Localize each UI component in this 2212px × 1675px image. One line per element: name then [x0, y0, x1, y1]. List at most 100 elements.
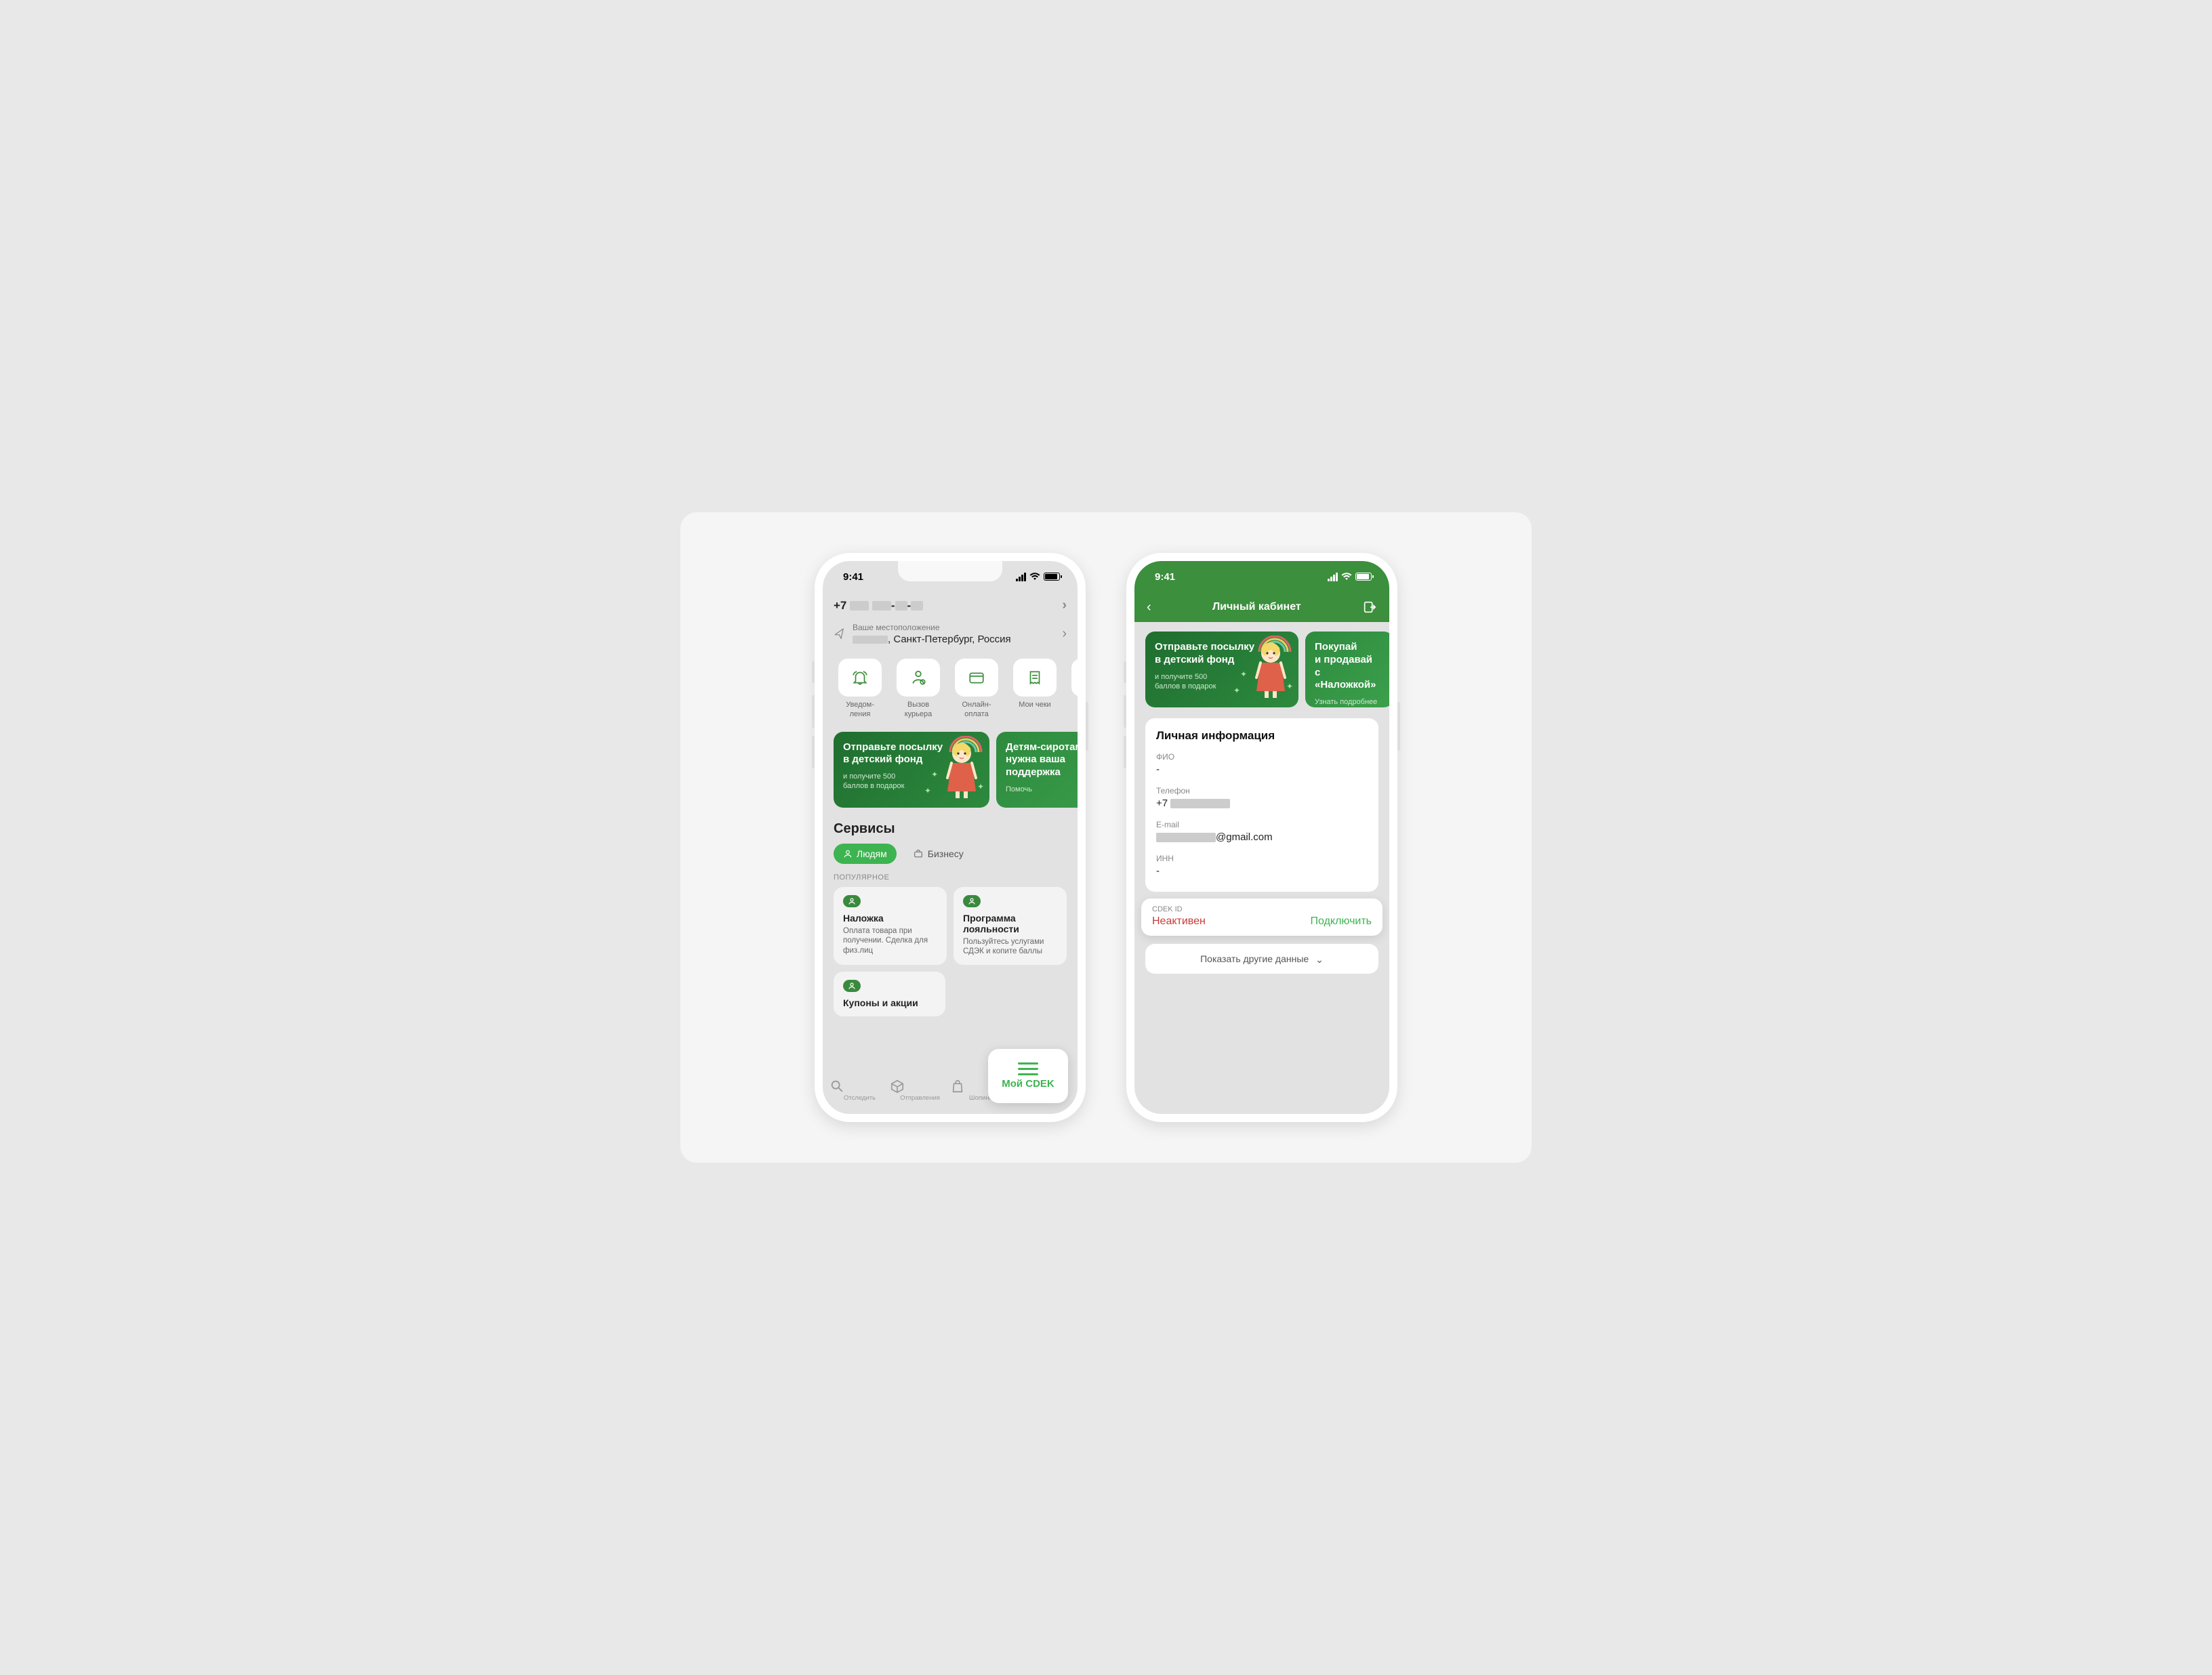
my-cdek-label: Мой CDEK — [1002, 1078, 1054, 1090]
show-more-label: Показать другие данные — [1200, 953, 1309, 964]
field-label: Телефон — [1156, 786, 1368, 795]
chip-label: Бизнесу — [928, 848, 964, 859]
location-arrow-icon — [832, 627, 846, 641]
shopping-bag-icon — [950, 1079, 965, 1094]
field-fio[interactable]: ФИО - — [1156, 752, 1368, 775]
tab-track[interactable]: Отследить — [830, 1079, 890, 1102]
service-title: Купоны и акции — [843, 997, 936, 1008]
tile-label: Онлайн- оплата — [950, 701, 1003, 720]
promo-title: Покупай и продавай с «Наложкой» — [1315, 641, 1384, 692]
popular-label: ПОПУЛЯРНОЕ — [823, 873, 1078, 887]
cdek-id-card[interactable]: CDEK ID Неактивен Подключить — [1141, 898, 1382, 936]
promo-carousel[interactable]: ✦✦✦ Отправьте посылку в детский фонд и п… — [823, 722, 1078, 808]
service-loyalty[interactable]: Программа лояльности Пользуйтесь услугам… — [954, 887, 1067, 966]
location-label: Ваше местоположение — [853, 623, 1055, 632]
tile-label: Мои чеки — [1008, 701, 1061, 710]
status-time: 9:41 — [1155, 571, 1175, 583]
card-icon — [968, 669, 985, 686]
phone-prefix: +7 — [834, 599, 846, 612]
tile-courier[interactable]: Вызов курьера — [892, 659, 945, 720]
service-nalozhka[interactable]: Наложка Оплата товара при получении. Сде… — [834, 887, 947, 966]
receipt-icon — [1026, 669, 1044, 686]
screen-profile: 9:41 ‹ Личный кабинет ✦✦✦ Отправьте посы… — [1134, 561, 1389, 1114]
field-inn[interactable]: ИНН - — [1156, 854, 1368, 877]
wifi-icon — [1029, 573, 1040, 581]
field-label: E-mail — [1156, 820, 1368, 829]
tile-label: Вопросы и ответы — [1067, 701, 1078, 720]
promo-carousel[interactable]: ✦✦✦ Отправьте посылку в детский фонд и п… — [1134, 622, 1389, 707]
field-value: - — [1156, 764, 1368, 775]
service-desc: Оплата товара при получении. Сделка для … — [843, 926, 937, 957]
battery-icon — [1044, 573, 1060, 581]
notch — [898, 561, 1002, 581]
tile-online-pay[interactable]: Онлайн- оплата — [950, 659, 1003, 720]
promo-charity[interactable]: ✦✦✦ Отправьте посылку в детский фонд и п… — [834, 732, 989, 808]
service-title: Наложка — [843, 913, 937, 924]
chevron-right-icon: › — [1062, 626, 1067, 642]
promo-charity[interactable]: ✦✦✦ Отправьте посылку в детский фонд и п… — [1145, 632, 1298, 707]
field-phone[interactable]: Телефон +7 — [1156, 786, 1368, 809]
canvas: 9:41 +7 -- › Ваше местоположение , Санкт… — [680, 512, 1532, 1163]
person-icon — [843, 849, 853, 859]
services-heading: Сервисы — [823, 808, 1078, 844]
chevron-right-icon: › — [1062, 598, 1067, 613]
tab-label: Отправления — [890, 1094, 950, 1102]
field-value: - — [1156, 865, 1368, 877]
my-cdek-button[interactable]: Мой CDEK — [988, 1049, 1068, 1103]
location-row[interactable]: Ваше местоположение , Санкт-Петербург, Р… — [823, 617, 1078, 650]
personal-info-title: Личная информация — [1156, 729, 1368, 743]
chip-business[interactable]: Бизнесу — [903, 844, 973, 864]
audience-chips: Людям Бизнесу — [823, 844, 1078, 873]
logout-icon — [1362, 600, 1377, 615]
tab-label: Отследить — [830, 1094, 890, 1102]
notch — [1210, 561, 1314, 581]
field-value: +7 — [1156, 798, 1368, 809]
promo-subtitle: Помочь — [1006, 785, 1078, 794]
service-desc: Пользуйтесь услугами СДЭК и копите баллы — [963, 937, 1057, 957]
signal-icon — [1328, 573, 1338, 581]
back-button[interactable]: ‹ — [1147, 600, 1151, 615]
promo-subtitle: Узнать подробнее — [1315, 697, 1384, 707]
chevron-down-icon: ⌄ — [1315, 954, 1324, 966]
chip-label: Людям — [857, 848, 887, 859]
cdek-id-label: CDEK ID — [1152, 905, 1372, 913]
chip-people[interactable]: Людям — [834, 844, 897, 864]
phone-number-row[interactable]: +7 -- › — [823, 592, 1078, 617]
show-more-button[interactable]: Показать другие данные ⌄ — [1145, 944, 1378, 974]
status-indicators — [1016, 573, 1060, 581]
courier-icon — [909, 669, 927, 686]
signal-icon — [1016, 573, 1026, 581]
wifi-icon — [1341, 573, 1352, 581]
tile-faq[interactable]: Вопросы и ответы — [1067, 659, 1078, 720]
phone-right: 9:41 ‹ Личный кабинет ✦✦✦ Отправьте посы… — [1126, 553, 1397, 1122]
promo-orphans[interactable]: Детям-сиротам нужна ваша поддержка Помоч… — [996, 732, 1078, 808]
service-grid: Наложка Оплата товара при получении. Сде… — [823, 887, 1078, 972]
battery-icon — [1355, 573, 1372, 581]
logout-button[interactable] — [1362, 600, 1377, 615]
promo-title: Детям-сиротам нужна ваша поддержка — [1006, 741, 1078, 779]
tile-label: Вызов курьера — [892, 701, 945, 720]
briefcase-icon — [913, 848, 924, 859]
location-value: , Санкт-Петербург, Россия — [853, 634, 1055, 645]
profile-header: ‹ Личный кабинет — [1134, 592, 1389, 622]
tile-receipts[interactable]: Мои чеки — [1008, 659, 1061, 720]
phone-number: +7 -- — [834, 599, 923, 613]
cdek-id-connect[interactable]: Подключить — [1311, 915, 1372, 928]
personal-info-card: Личная информация ФИО - Телефон +7 E-mai… — [1145, 718, 1378, 892]
search-icon — [830, 1079, 844, 1094]
quick-tiles: Уведом- ления Вызов курьера Онлайн- опла… — [823, 650, 1078, 722]
status-time: 9:41 — [843, 571, 863, 583]
person-icon — [848, 982, 856, 990]
tile-label: Уведом- ления — [834, 701, 886, 720]
field-email[interactable]: E-mail @gmail.com — [1156, 820, 1368, 843]
promo-nalozhka[interactable]: Покупай и продавай с «Наложкой» Узнать п… — [1305, 632, 1389, 707]
service-coupons[interactable]: Купоны и акции — [834, 972, 945, 1016]
field-label: ИНН — [1156, 854, 1368, 863]
field-label: ФИО — [1156, 752, 1368, 762]
tab-shipments[interactable]: Отправления — [890, 1079, 950, 1102]
status-indicators — [1328, 573, 1372, 581]
tile-notifications[interactable]: Уведом- ления — [834, 659, 886, 720]
bell-icon — [851, 669, 869, 686]
phone-left: 9:41 +7 -- › Ваше местоположение , Санкт… — [815, 553, 1086, 1122]
header-title: Личный кабинет — [1212, 601, 1301, 613]
